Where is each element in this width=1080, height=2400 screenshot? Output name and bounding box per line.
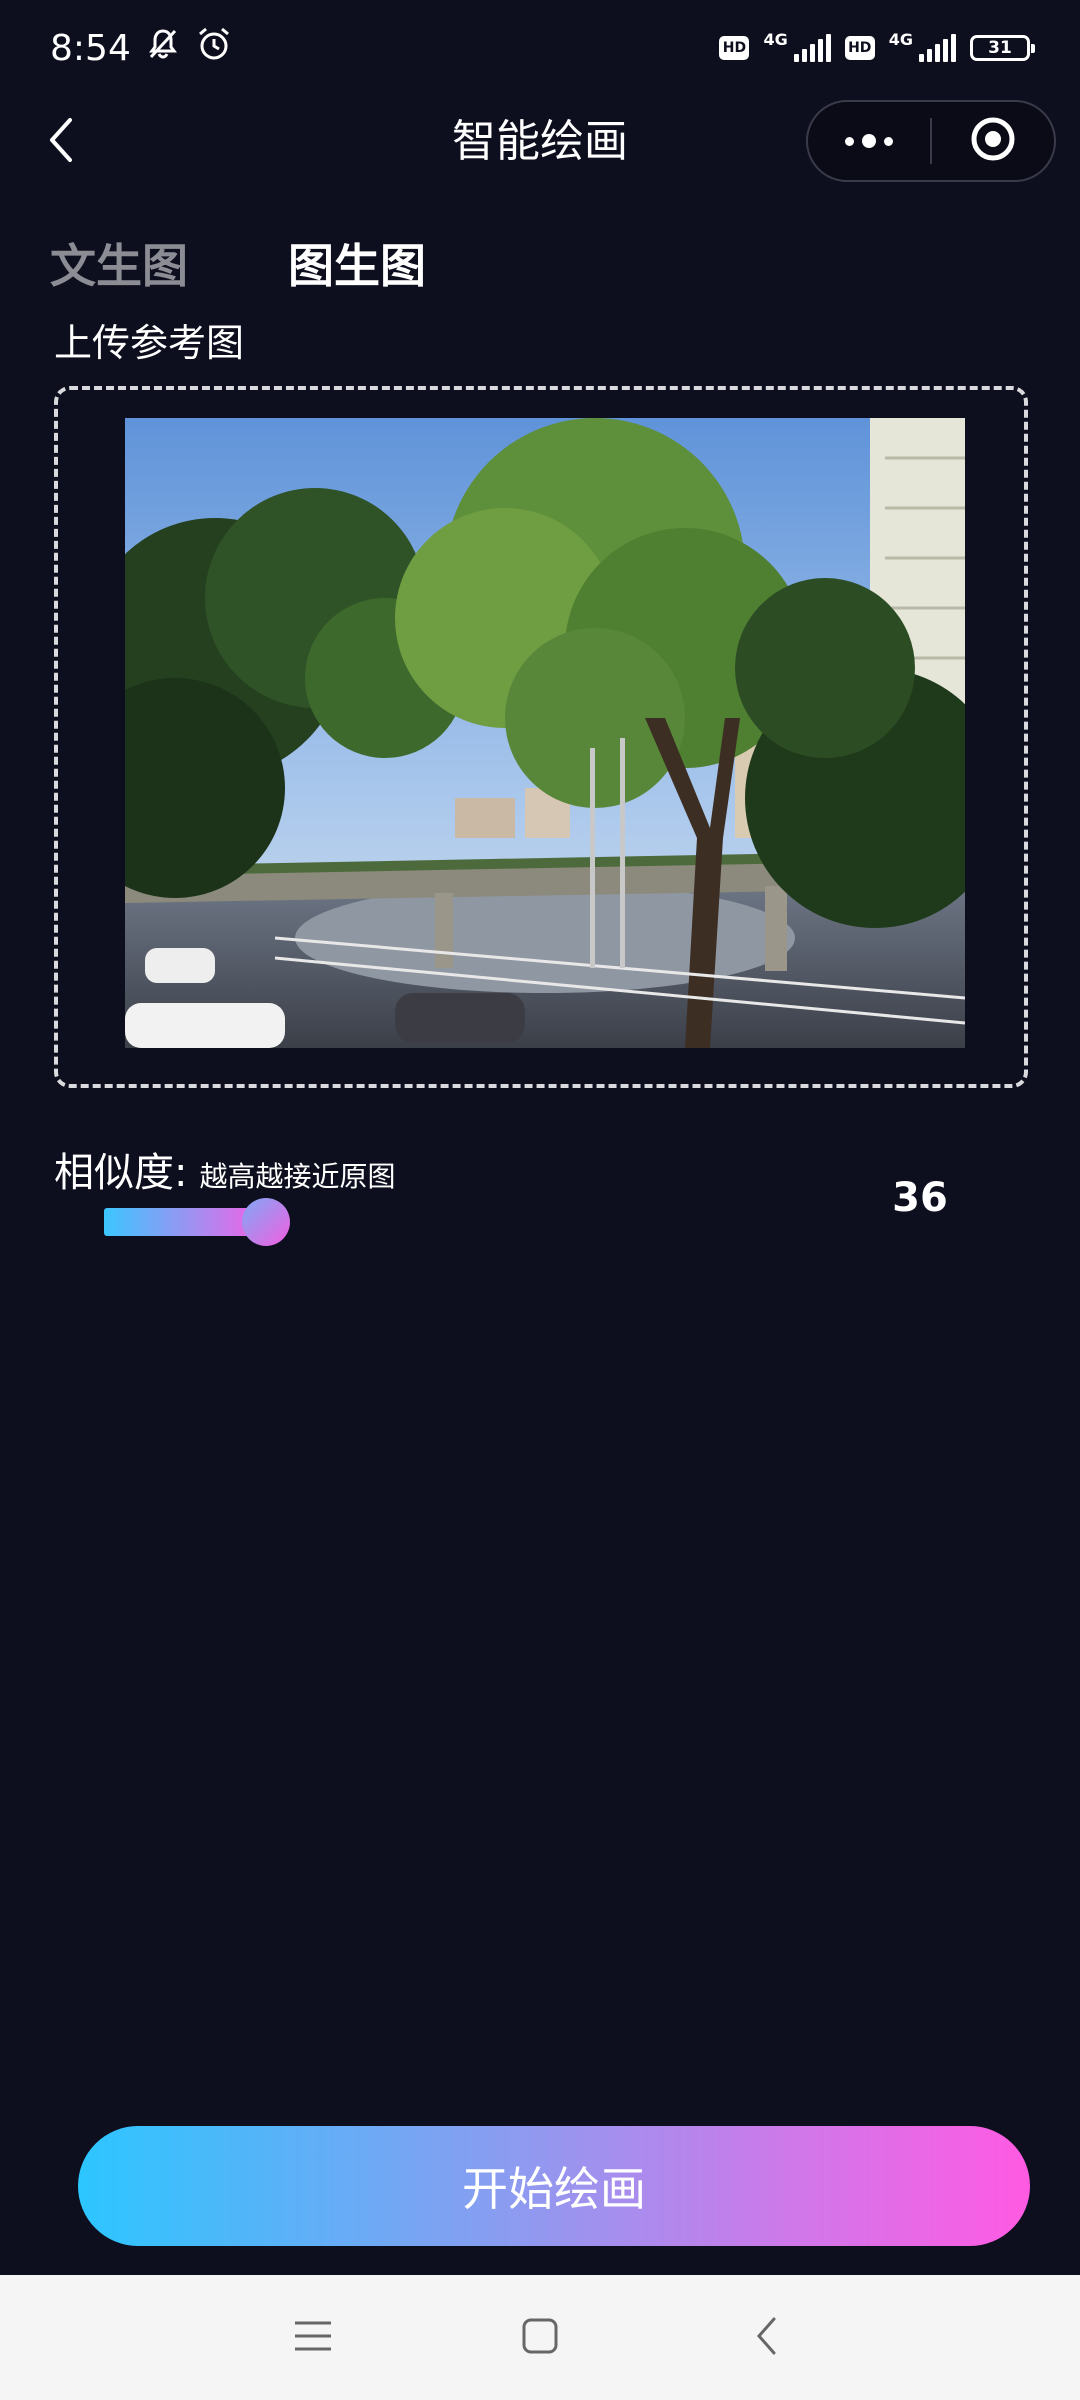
- similarity-slider[interactable]: [104, 1198, 384, 1246]
- back-icon: [754, 2316, 780, 2360]
- similarity-hint: 越高越接近原图: [199, 1160, 396, 1193]
- upload-reference-area[interactable]: [54, 386, 1028, 1088]
- alarm-icon: [195, 25, 233, 72]
- reference-photo[interactable]: [125, 418, 965, 1048]
- status-bar: 8:54 HD 4G HD 4G 31: [0, 0, 1080, 96]
- tab-text-to-image[interactable]: 文生图: [50, 230, 188, 296]
- menu-icon: [293, 2319, 333, 2357]
- more-button[interactable]: [808, 102, 930, 180]
- similarity-header: 相似度: 越高越接近原图: [54, 1140, 396, 1198]
- network-type-1: 4G: [763, 29, 788, 49]
- status-left: 8:54: [50, 25, 233, 72]
- slider-thumb[interactable]: [242, 1198, 291, 1246]
- app-screen: 8:54 HD 4G HD 4G 31 智能绘画 文生图 图生图 上传参考图 相…: [0, 0, 1080, 2400]
- status-right: HD 4G HD 4G 31: [719, 30, 1035, 62]
- start-drawing-button[interactable]: 开始绘画: [78, 2126, 1030, 2246]
- system-nav-bar: [0, 2275, 1080, 2400]
- target-circle-icon: [969, 115, 1017, 167]
- battery-level: 31: [988, 38, 1012, 58]
- signal-4g-icon: [919, 34, 956, 62]
- bell-off-icon: [145, 26, 181, 71]
- more-dots-icon: [845, 134, 893, 148]
- close-miniprogram-button[interactable]: [932, 102, 1054, 180]
- signal-4g-icon: [793, 34, 831, 62]
- chevron-left-icon: [42, 116, 82, 168]
- status-time: 8:54: [50, 27, 131, 69]
- battery-icon: 31: [970, 35, 1035, 61]
- hd-icon: HD: [719, 36, 750, 60]
- hd-icon: HD: [844, 36, 875, 60]
- mode-tabs: 文生图 图生图: [50, 230, 426, 296]
- miniprogram-capsule: [806, 100, 1056, 182]
- network-type-2: 4G: [888, 29, 913, 49]
- nav-header: 智能绘画: [0, 96, 1080, 188]
- similarity-label: 相似度:: [54, 1150, 188, 1196]
- system-back-button[interactable]: [727, 2298, 807, 2378]
- upload-label: 上传参考图: [54, 321, 245, 365]
- home-square-icon: [521, 2317, 559, 2359]
- home-button[interactable]: [500, 2298, 580, 2378]
- back-button[interactable]: [30, 110, 94, 174]
- similarity-value: 36: [892, 1175, 948, 1221]
- tab-image-to-image[interactable]: 图生图: [288, 230, 426, 296]
- menu-button[interactable]: [273, 2298, 353, 2378]
